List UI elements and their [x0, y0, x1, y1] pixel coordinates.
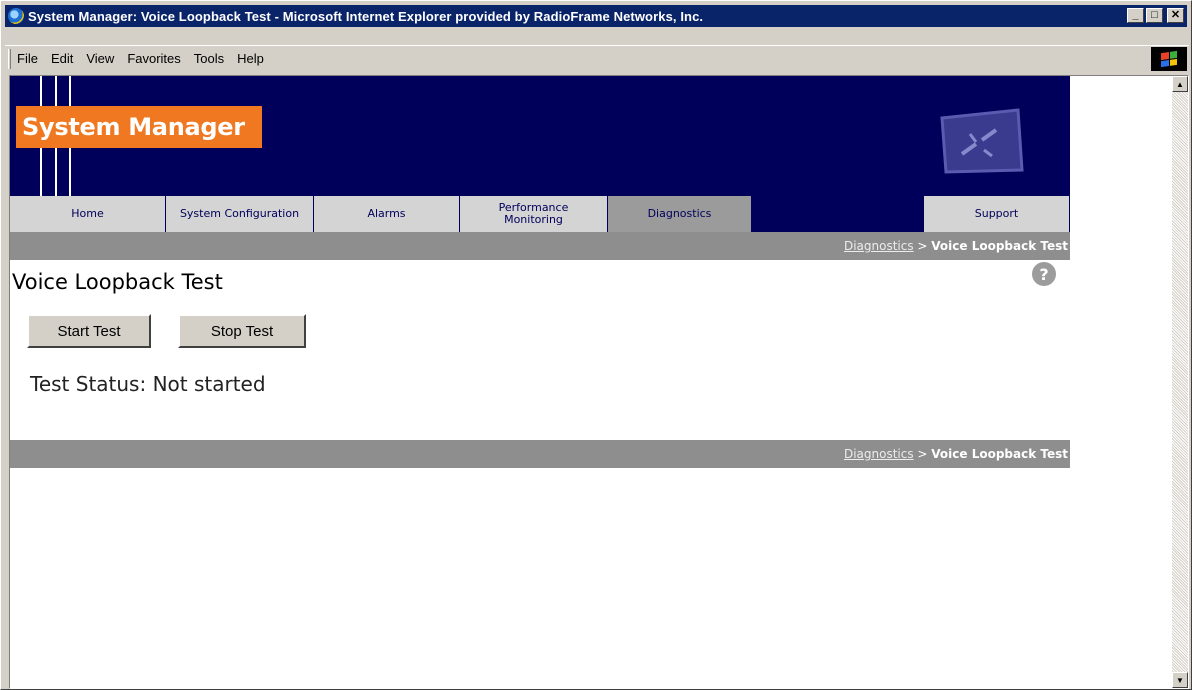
minimize-button[interactable]: _ [1127, 8, 1144, 23]
menu-view[interactable]: View [86, 51, 114, 66]
scroll-up-arrow-icon[interactable]: ▲ [1172, 76, 1188, 92]
browser-viewport: System Manager Home System Configuration… [9, 75, 1189, 689]
breadcrumb-separator: > [913, 239, 932, 253]
breadcrumb-current: Voice Loopback Test [931, 447, 1068, 461]
breadcrumb: Diagnostics > Voice Loopback Test [10, 232, 1070, 260]
radioframe-logo-icon [940, 108, 1024, 174]
menu-bar: File Edit View Favorites Tools Help [5, 45, 1189, 71]
breadcrumb-footer: Diagnostics > Voice Loopback Test [10, 440, 1070, 468]
tab-performance-monitoring[interactable]: Performance Monitoring [460, 196, 608, 232]
menu-help[interactable]: Help [237, 51, 264, 66]
menu-favorites[interactable]: Favorites [127, 51, 180, 66]
test-status: Test Status: Not started [30, 372, 266, 396]
breadcrumb-separator: > [913, 447, 932, 461]
browser-window: System Manager: Voice Loopback Test - Mi… [0, 0, 1192, 690]
tab-diagnostics[interactable]: Diagnostics [608, 196, 752, 232]
window-title: System Manager: Voice Loopback Test - Mi… [28, 8, 704, 24]
system-manager-logo: System Manager [16, 106, 262, 148]
tab-alarms[interactable]: Alarms [314, 196, 460, 232]
internet-explorer-icon [8, 8, 24, 24]
toolbar-grip[interactable] [8, 48, 11, 69]
vertical-scrollbar[interactable]: ▲ ▼ [1172, 76, 1188, 688]
menu-edit[interactable]: Edit [51, 51, 73, 66]
windows-logo-icon [1151, 47, 1187, 71]
scroll-down-arrow-icon[interactable]: ▼ [1172, 672, 1188, 688]
help-icon[interactable]: ? [1032, 262, 1056, 286]
breadcrumb-link-diagnostics[interactable]: Diagnostics [844, 447, 914, 461]
maximize-button[interactable]: □ [1146, 8, 1163, 23]
tab-home[interactable]: Home [10, 196, 166, 232]
window-controls: _ □ ✕ [1127, 8, 1184, 23]
close-button[interactable]: ✕ [1167, 8, 1184, 23]
title-bar: System Manager: Voice Loopback Test - Mi… [5, 5, 1187, 27]
nav-spacer [752, 196, 924, 232]
tab-support[interactable]: Support [924, 196, 1070, 232]
tab-system-configuration[interactable]: System Configuration [166, 196, 314, 232]
menu-tools[interactable]: Tools [194, 51, 224, 66]
page-title: Voice Loopback Test [12, 270, 223, 294]
menu-file[interactable]: File [17, 51, 38, 66]
web-page: System Manager Home System Configuration… [10, 76, 1070, 688]
nav-bar: Home System Configuration Alarms Perform… [10, 196, 1070, 232]
stop-test-button[interactable]: Stop Test [178, 314, 306, 348]
header-banner: System Manager [10, 76, 1070, 196]
start-test-button[interactable]: Start Test [27, 314, 151, 348]
breadcrumb-current: Voice Loopback Test [931, 239, 1068, 253]
breadcrumb-link-diagnostics[interactable]: Diagnostics [844, 239, 914, 253]
